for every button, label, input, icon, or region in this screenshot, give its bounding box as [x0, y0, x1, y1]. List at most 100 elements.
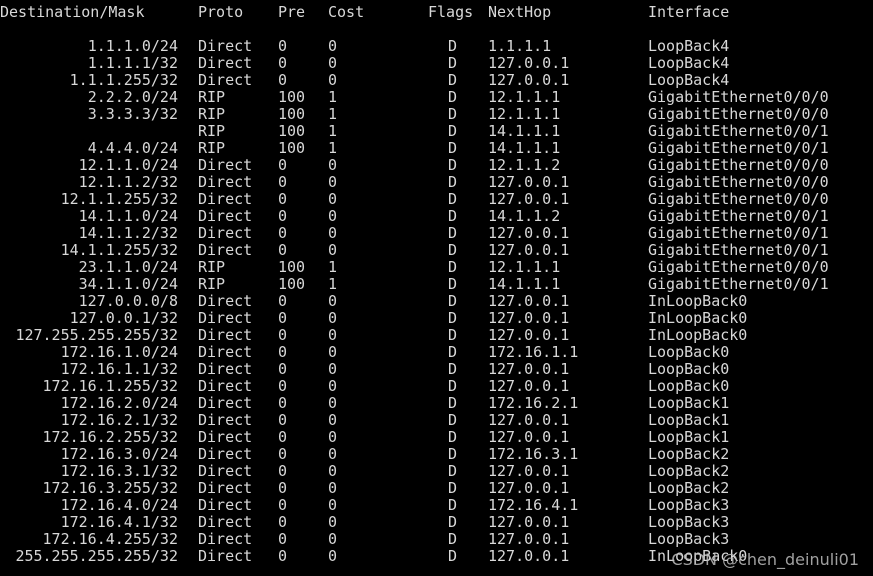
route-proto: Direct [198, 479, 253, 497]
route-destination: 172.16.1.255/32 [42, 377, 178, 395]
route-destination: 3.3.3.3/32 [87, 105, 178, 123]
route-preference: 0 [278, 241, 288, 259]
route-interface: GigabitEthernet0/0/0 [648, 173, 829, 191]
route-proto: Direct [198, 513, 253, 531]
route-cost: 0 [328, 224, 338, 242]
route-interface: GigabitEthernet0/0/0 [648, 190, 829, 208]
route-preference: 0 [278, 496, 288, 514]
route-cost: 0 [328, 156, 338, 174]
route-cost: 0 [328, 377, 338, 395]
route-cost: 0 [328, 530, 338, 548]
route-preference: 0 [278, 54, 288, 72]
route-preference: 0 [278, 547, 288, 565]
route-flags: D [448, 258, 458, 276]
header-pre: Pre [278, 3, 306, 21]
table-row: 172.16.2.255/32 Direct 0 0 D 127.0.0.1 LoopBac… [0, 429, 873, 446]
route-destination: 172.16.1.0/24 [60, 343, 178, 361]
route-interface: LoopBack4 [648, 54, 730, 72]
route-destination: 172.16.2.0/24 [60, 394, 178, 412]
route-flags: D [448, 139, 458, 157]
route-nexthop: 12.1.1.1 [488, 88, 561, 106]
route-interface: LoopBack0 [648, 377, 730, 395]
table-row: 23.1.1.0/24 RIP 100 1 D 12.1.1.1 GigabitEthern… [0, 259, 873, 276]
route-proto: Direct [198, 224, 253, 242]
route-destination: 255.255.255.255/32 [15, 547, 178, 565]
route-destination: 127.0.0.0/8 [78, 292, 178, 310]
route-nexthop: 127.0.0.1 [488, 462, 570, 480]
header-destination-mask: Destination/Mask [0, 3, 145, 21]
route-destination: 2.2.2.0/24 [87, 88, 178, 106]
route-cost: 0 [328, 411, 338, 429]
route-destination: 14.1.1.255/32 [60, 241, 178, 259]
route-cost: 1 [328, 139, 338, 157]
route-destination: 172.16.2.1/32 [60, 411, 178, 429]
route-destination: 172.16.1.1/32 [60, 360, 178, 378]
route-interface: GigabitEthernet0/0/1 [648, 275, 829, 293]
route-destination: 12.1.1.255/32 [60, 190, 178, 208]
header-cost: Cost [328, 3, 365, 21]
table-row: 14.1.1.0/24 Direct 0 0 D 14.1.1.2 GigabitEther… [0, 208, 873, 225]
route-preference: 0 [278, 479, 288, 497]
route-nexthop: 127.0.0.1 [488, 309, 570, 327]
route-interface: GigabitEthernet0/0/1 [648, 241, 829, 259]
route-preference: 0 [278, 462, 288, 480]
route-cost: 0 [328, 190, 338, 208]
route-cost: 1 [328, 105, 338, 123]
route-flags: D [448, 394, 458, 412]
route-preference: 0 [278, 394, 288, 412]
route-preference: 100 [278, 88, 306, 106]
route-nexthop: 172.16.3.1 [488, 445, 579, 463]
route-flags: D [448, 275, 458, 293]
route-nexthop: 127.0.0.1 [488, 173, 570, 191]
route-proto: RIP [198, 258, 226, 276]
route-interface: LoopBack1 [648, 411, 730, 429]
route-nexthop: 12.1.1.1 [488, 105, 561, 123]
route-proto: Direct [198, 156, 253, 174]
route-proto: RIP [198, 105, 226, 123]
route-cost: 0 [328, 428, 338, 446]
route-cost: 1 [328, 122, 338, 140]
route-nexthop: 127.0.0.1 [488, 411, 570, 429]
route-interface: GigabitEthernet0/0/0 [648, 258, 829, 276]
table-row: 127.0.0.0/8 Direct 0 0 D 127.0.0.1 InLoopBack0 [0, 293, 873, 310]
route-destination: 1.1.1.0/24 [87, 37, 178, 55]
route-preference: 0 [278, 224, 288, 242]
route-flags: D [448, 479, 458, 497]
route-preference: 0 [278, 37, 288, 55]
route-destination: 172.16.4.0/24 [60, 496, 178, 514]
route-cost: 0 [328, 445, 338, 463]
route-flags: D [448, 428, 458, 446]
header-flags: Flags [428, 3, 474, 21]
route-destination: 172.16.2.255/32 [42, 428, 178, 446]
route-cost: 0 [328, 54, 338, 72]
route-preference: 100 [278, 275, 306, 293]
route-interface: LoopBack4 [648, 37, 730, 55]
route-interface: GigabitEthernet0/0/1 [648, 207, 829, 225]
table-row: 4.4.4.0/24 RIP 100 1 D 14.1.1.1 GigabitEtherne… [0, 140, 873, 157]
table-row: 172.16.2.0/24 Direct 0 0 D 172.16.2.1 LoopBack… [0, 395, 873, 412]
table-row: 172.16.3.1/32 Direct 0 0 D 127.0.0.1 LoopBack2 [0, 463, 873, 480]
table-row: 12.1.1.0/24 Direct 0 0 D 12.1.1.2 GigabitEther… [0, 157, 873, 174]
route-preference: 100 [278, 122, 306, 140]
route-nexthop: 14.1.1.1 [488, 275, 561, 293]
route-preference: 0 [278, 292, 288, 310]
table-row: 12.1.1.2/32 Direct 0 0 D 127.0.0.1 GigabitEthe… [0, 174, 873, 191]
route-flags: D [448, 71, 458, 89]
route-proto: Direct [198, 530, 253, 548]
route-preference: 100 [278, 258, 306, 276]
route-flags: D [448, 445, 458, 463]
table-row: RIP 100 1 D 14.1.1.1 GigabitEthernet0/0/1 [0, 123, 873, 140]
route-destination: 12.1.1.0/24 [78, 156, 178, 174]
route-proto: Direct [198, 326, 253, 344]
route-nexthop: 127.0.0.1 [488, 54, 570, 72]
route-nexthop: 127.0.0.1 [488, 377, 570, 395]
route-proto: RIP [198, 275, 226, 293]
route-interface: LoopBack1 [648, 428, 730, 446]
route-preference: 0 [278, 513, 288, 531]
route-flags: D [448, 360, 458, 378]
table-row: 172.16.1.1/32 Direct 0 0 D 127.0.0.1 LoopBack0 [0, 361, 873, 378]
route-preference: 0 [278, 156, 288, 174]
header-proto: Proto [198, 3, 244, 21]
route-proto: Direct [198, 445, 253, 463]
route-cost: 0 [328, 207, 338, 225]
